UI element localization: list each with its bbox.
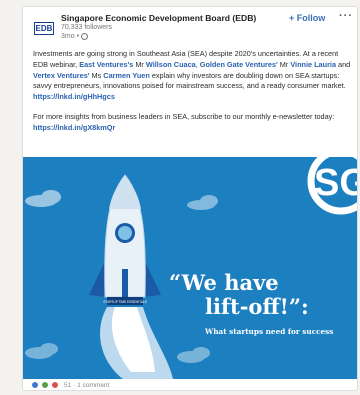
mention-golden-gate[interactable]: Golden Gate Ventures': [200, 60, 278, 69]
reaction-count[interactable]: 51: [64, 382, 71, 389]
celebrate-reaction-icon: [41, 381, 49, 389]
text-span: Mr: [277, 59, 291, 69]
separator-dot: •: [76, 33, 80, 40]
text-span: and: [336, 59, 351, 69]
text-span: Ms: [89, 70, 104, 80]
banner-graphic: STARTUP TIME ESSENTIALS: [25, 157, 357, 379]
love-reaction-icon: [51, 381, 59, 389]
mention-willson-cuaca[interactable]: Willson Cuaca: [146, 60, 196, 69]
mention-vinnie-lauria[interactable]: Vinnie Lauria: [290, 60, 336, 69]
like-reaction-icon: [31, 381, 39, 389]
post-body: Investments are going strong in Southeas…: [33, 49, 355, 143]
author-name[interactable]: Singapore Economic Development Board (ED…: [61, 13, 256, 23]
social-counts[interactable]: 51 · 1 comment: [31, 381, 109, 389]
post-age: 3mo: [61, 33, 75, 40]
rocket-window: [118, 226, 132, 240]
more-options-icon[interactable]: ···: [339, 10, 353, 22]
globe-icon: [81, 33, 89, 40]
mention-vertex[interactable]: Vertex Ventures': [33, 71, 90, 80]
rocket-nose: [109, 175, 141, 209]
cloud-icon: [25, 190, 61, 207]
headline-line-2: lift-off!”:: [205, 294, 309, 319]
banner-subheadline: What startups need for success: [205, 327, 334, 336]
cloud-icon: [177, 347, 210, 363]
link-1[interactable]: https://lnkd.in/gHhHgcs: [33, 92, 115, 101]
rocket-label: STARTUP TIME ESSENTIALS: [103, 300, 147, 304]
sg-logo-text: SG: [314, 162, 357, 204]
post-paragraph-2: For more insights from business leaders …: [33, 112, 355, 134]
mention-east-ventures[interactable]: East Ventures's: [79, 60, 133, 69]
follow-button[interactable]: + Follow: [289, 13, 325, 23]
headline-line-1: “We have: [169, 270, 279, 295]
cloud-icon: [25, 343, 58, 359]
follower-count: 70,333 followers: [61, 24, 112, 31]
mention-carmen-yuen[interactable]: Carmen Yuen: [103, 71, 150, 80]
comment-count[interactable]: · 1 comment: [73, 382, 109, 389]
logo-text: EDB: [33, 21, 55, 35]
post-header: EDB Singapore Economic Development Board…: [23, 7, 357, 45]
banner-headline: “We have lift-off!”:: [169, 271, 357, 319]
text-span: Mr: [133, 59, 146, 69]
post-image-banner[interactable]: STARTUP TIME ESSENTIALS SG “We have lift…: [23, 157, 357, 379]
post-card: EDB Singapore Economic Development Board…: [22, 6, 358, 391]
company-logo[interactable]: EDB: [33, 17, 55, 39]
post-paragraph-1: Investments are going strong in Southeas…: [33, 49, 355, 103]
link-2[interactable]: https://lnkd.in/gX8kmQr: [33, 123, 115, 132]
post-meta: 3mo •: [61, 33, 89, 40]
cloud-icon: [187, 195, 218, 210]
text-span: For more insights from business leaders …: [33, 111, 335, 121]
